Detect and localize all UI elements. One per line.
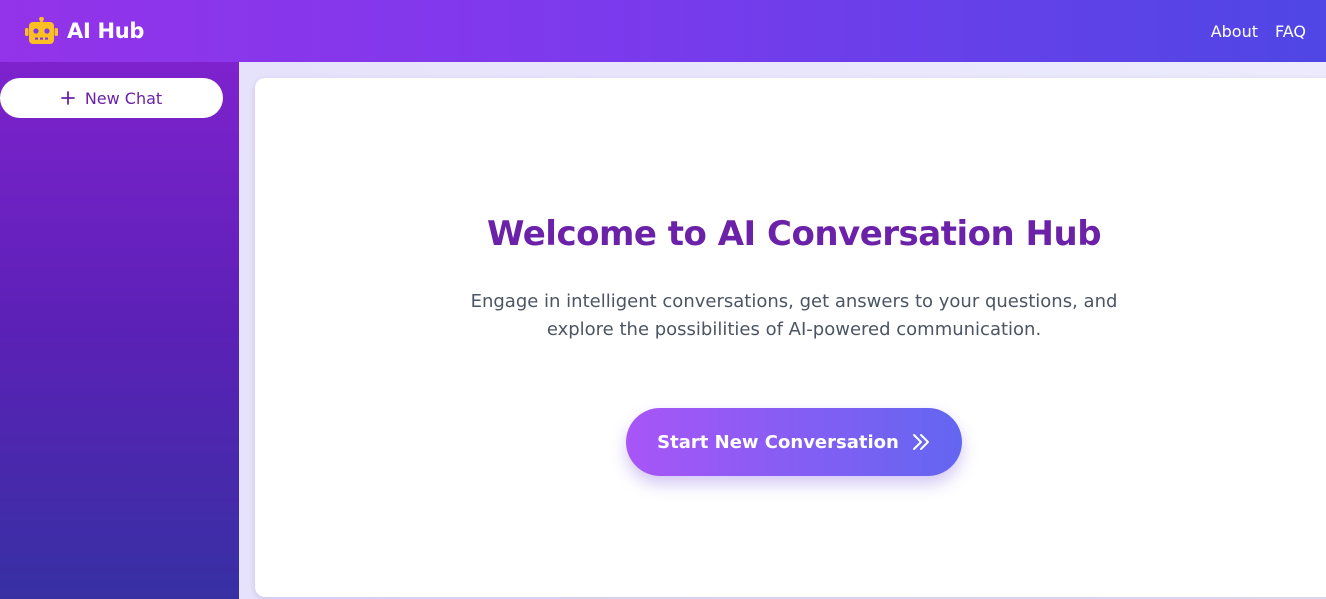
welcome-description: Engage in intelligent conversations, get… [470, 291, 1118, 340]
new-chat-button[interactable]: New Chat [0, 78, 223, 118]
app-title: AI Hub [67, 19, 145, 43]
brand[interactable]: AI Hub [25, 17, 144, 45]
nav-link-about[interactable]: About [1211, 22, 1258, 41]
welcome-heading: Welcome to AI Conversation Hub [486, 214, 1102, 254]
top-navbar: AI Hub About FAQ [0, 0, 1326, 62]
top-nav-links: About FAQ [1211, 22, 1306, 41]
plus-icon [60, 91, 75, 105]
start-button-label: Start New Conversation [657, 431, 899, 453]
start-new-conversation-button[interactable]: Start New Conversation [626, 408, 962, 476]
welcome-card: Welcome to AI Conversation Hub Engage in… [255, 78, 1326, 597]
new-chat-label: New Chat [84, 88, 163, 108]
robot-icon [25, 17, 58, 44]
main-area: Welcome to AI Conversation Hub Engage in… [239, 62, 1326, 599]
sidebar: New Chat [0, 62, 239, 599]
double-chevron-right-icon [912, 434, 929, 450]
nav-link-faq[interactable]: FAQ [1275, 22, 1306, 41]
